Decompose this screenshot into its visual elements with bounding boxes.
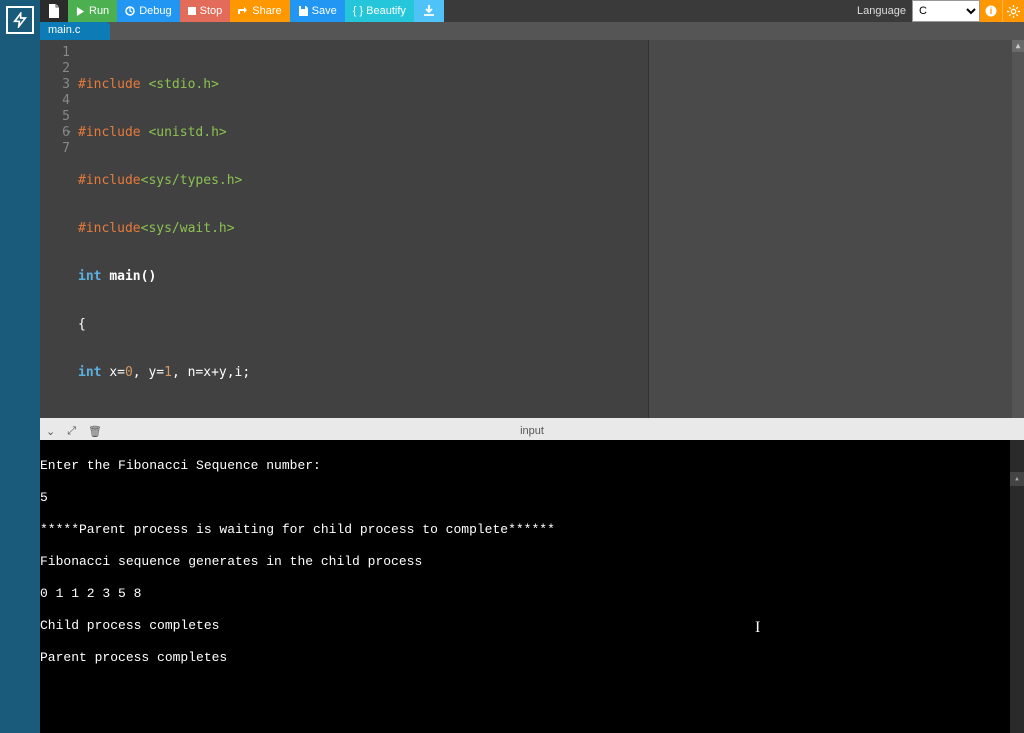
info-icon: i: [985, 5, 997, 17]
console-line: [40, 714, 1024, 730]
toolbar: Run Debug Stop Share Save { } Beautify L…: [40, 0, 1024, 22]
debug-button[interactable]: Debug: [117, 0, 179, 22]
main-area: Run Debug Stop Share Save { } Beautify L…: [40, 0, 1024, 733]
logo[interactable]: [6, 6, 34, 34]
download-icon: [423, 5, 435, 17]
sidebar: [0, 0, 40, 733]
new-file-button[interactable]: [40, 0, 68, 22]
language-label: Language: [851, 0, 912, 22]
stop-button[interactable]: Stop: [180, 0, 231, 22]
save-button[interactable]: Save: [290, 0, 345, 22]
save-icon: [298, 6, 308, 16]
file-tab-main[interactable]: main.c: [40, 22, 110, 40]
console-line: Enter the Fibonacci Sequence number:: [40, 458, 1024, 474]
language-select[interactable]: C: [912, 0, 980, 22]
console-line: 0 1 1 2 3 5 8: [40, 586, 1024, 602]
download-button[interactable]: [414, 0, 444, 22]
stop-icon: [188, 7, 196, 15]
beautify-label: { } Beautify: [353, 5, 406, 17]
svg-text:i: i: [990, 6, 993, 16]
fold-icon[interactable]: ▾: [66, 125, 71, 141]
clear-icon[interactable]: 🗑: [88, 425, 102, 438]
console-line: Fibonacci sequence generates in the chil…: [40, 554, 1024, 570]
console-line: [40, 682, 1024, 698]
editor-scrollbar[interactable]: ▲: [1012, 40, 1024, 418]
console-scrollbar[interactable]: ▴: [1010, 440, 1024, 733]
chevron-down-icon[interactable]: ⌄: [46, 425, 55, 438]
info-button[interactable]: i: [980, 0, 1002, 22]
gear-icon: [1007, 5, 1020, 18]
debug-icon: [125, 6, 135, 16]
line-gutter: 1 2 3 4 5 6 7: [40, 40, 78, 418]
console-line: Parent process completes: [40, 650, 1024, 666]
scroll-up-icon[interactable]: ▴: [1010, 472, 1024, 486]
console-line: Child process completes: [40, 618, 1024, 634]
file-tabs: main.c: [40, 22, 1024, 40]
save-label: Save: [312, 5, 337, 17]
share-label: Share: [252, 5, 281, 17]
editor-right-pane: [648, 40, 1012, 418]
console-toolbar: ⌄ ⤢ 🗑 input: [40, 422, 1024, 440]
stop-label: Stop: [200, 5, 223, 17]
settings-button[interactable]: [1002, 0, 1024, 22]
debug-label: Debug: [139, 5, 171, 17]
run-label: Run: [89, 5, 109, 17]
console-title: input: [520, 425, 544, 437]
console-output[interactable]: Enter the Fibonacci Sequence number: 5 *…: [40, 440, 1024, 733]
file-icon: [48, 4, 60, 18]
code-editor[interactable]: 1 2 3 4 5 6 7 #include <stdio.h> #includ…: [40, 40, 1024, 418]
share-icon: [238, 6, 248, 16]
scroll-up-icon[interactable]: ▲: [1012, 40, 1024, 52]
share-button[interactable]: Share: [230, 0, 289, 22]
play-icon: [76, 7, 85, 16]
text-cursor-icon: I: [755, 620, 760, 636]
console-line: 5: [40, 490, 1024, 506]
code-content[interactable]: #include <stdio.h> #include <unistd.h> #…: [78, 40, 648, 418]
beautify-button[interactable]: { } Beautify: [345, 0, 414, 22]
run-button[interactable]: Run: [68, 0, 117, 22]
expand-icon[interactable]: ⤢: [67, 425, 76, 438]
console-line: *****Parent process is waiting for child…: [40, 522, 1024, 538]
